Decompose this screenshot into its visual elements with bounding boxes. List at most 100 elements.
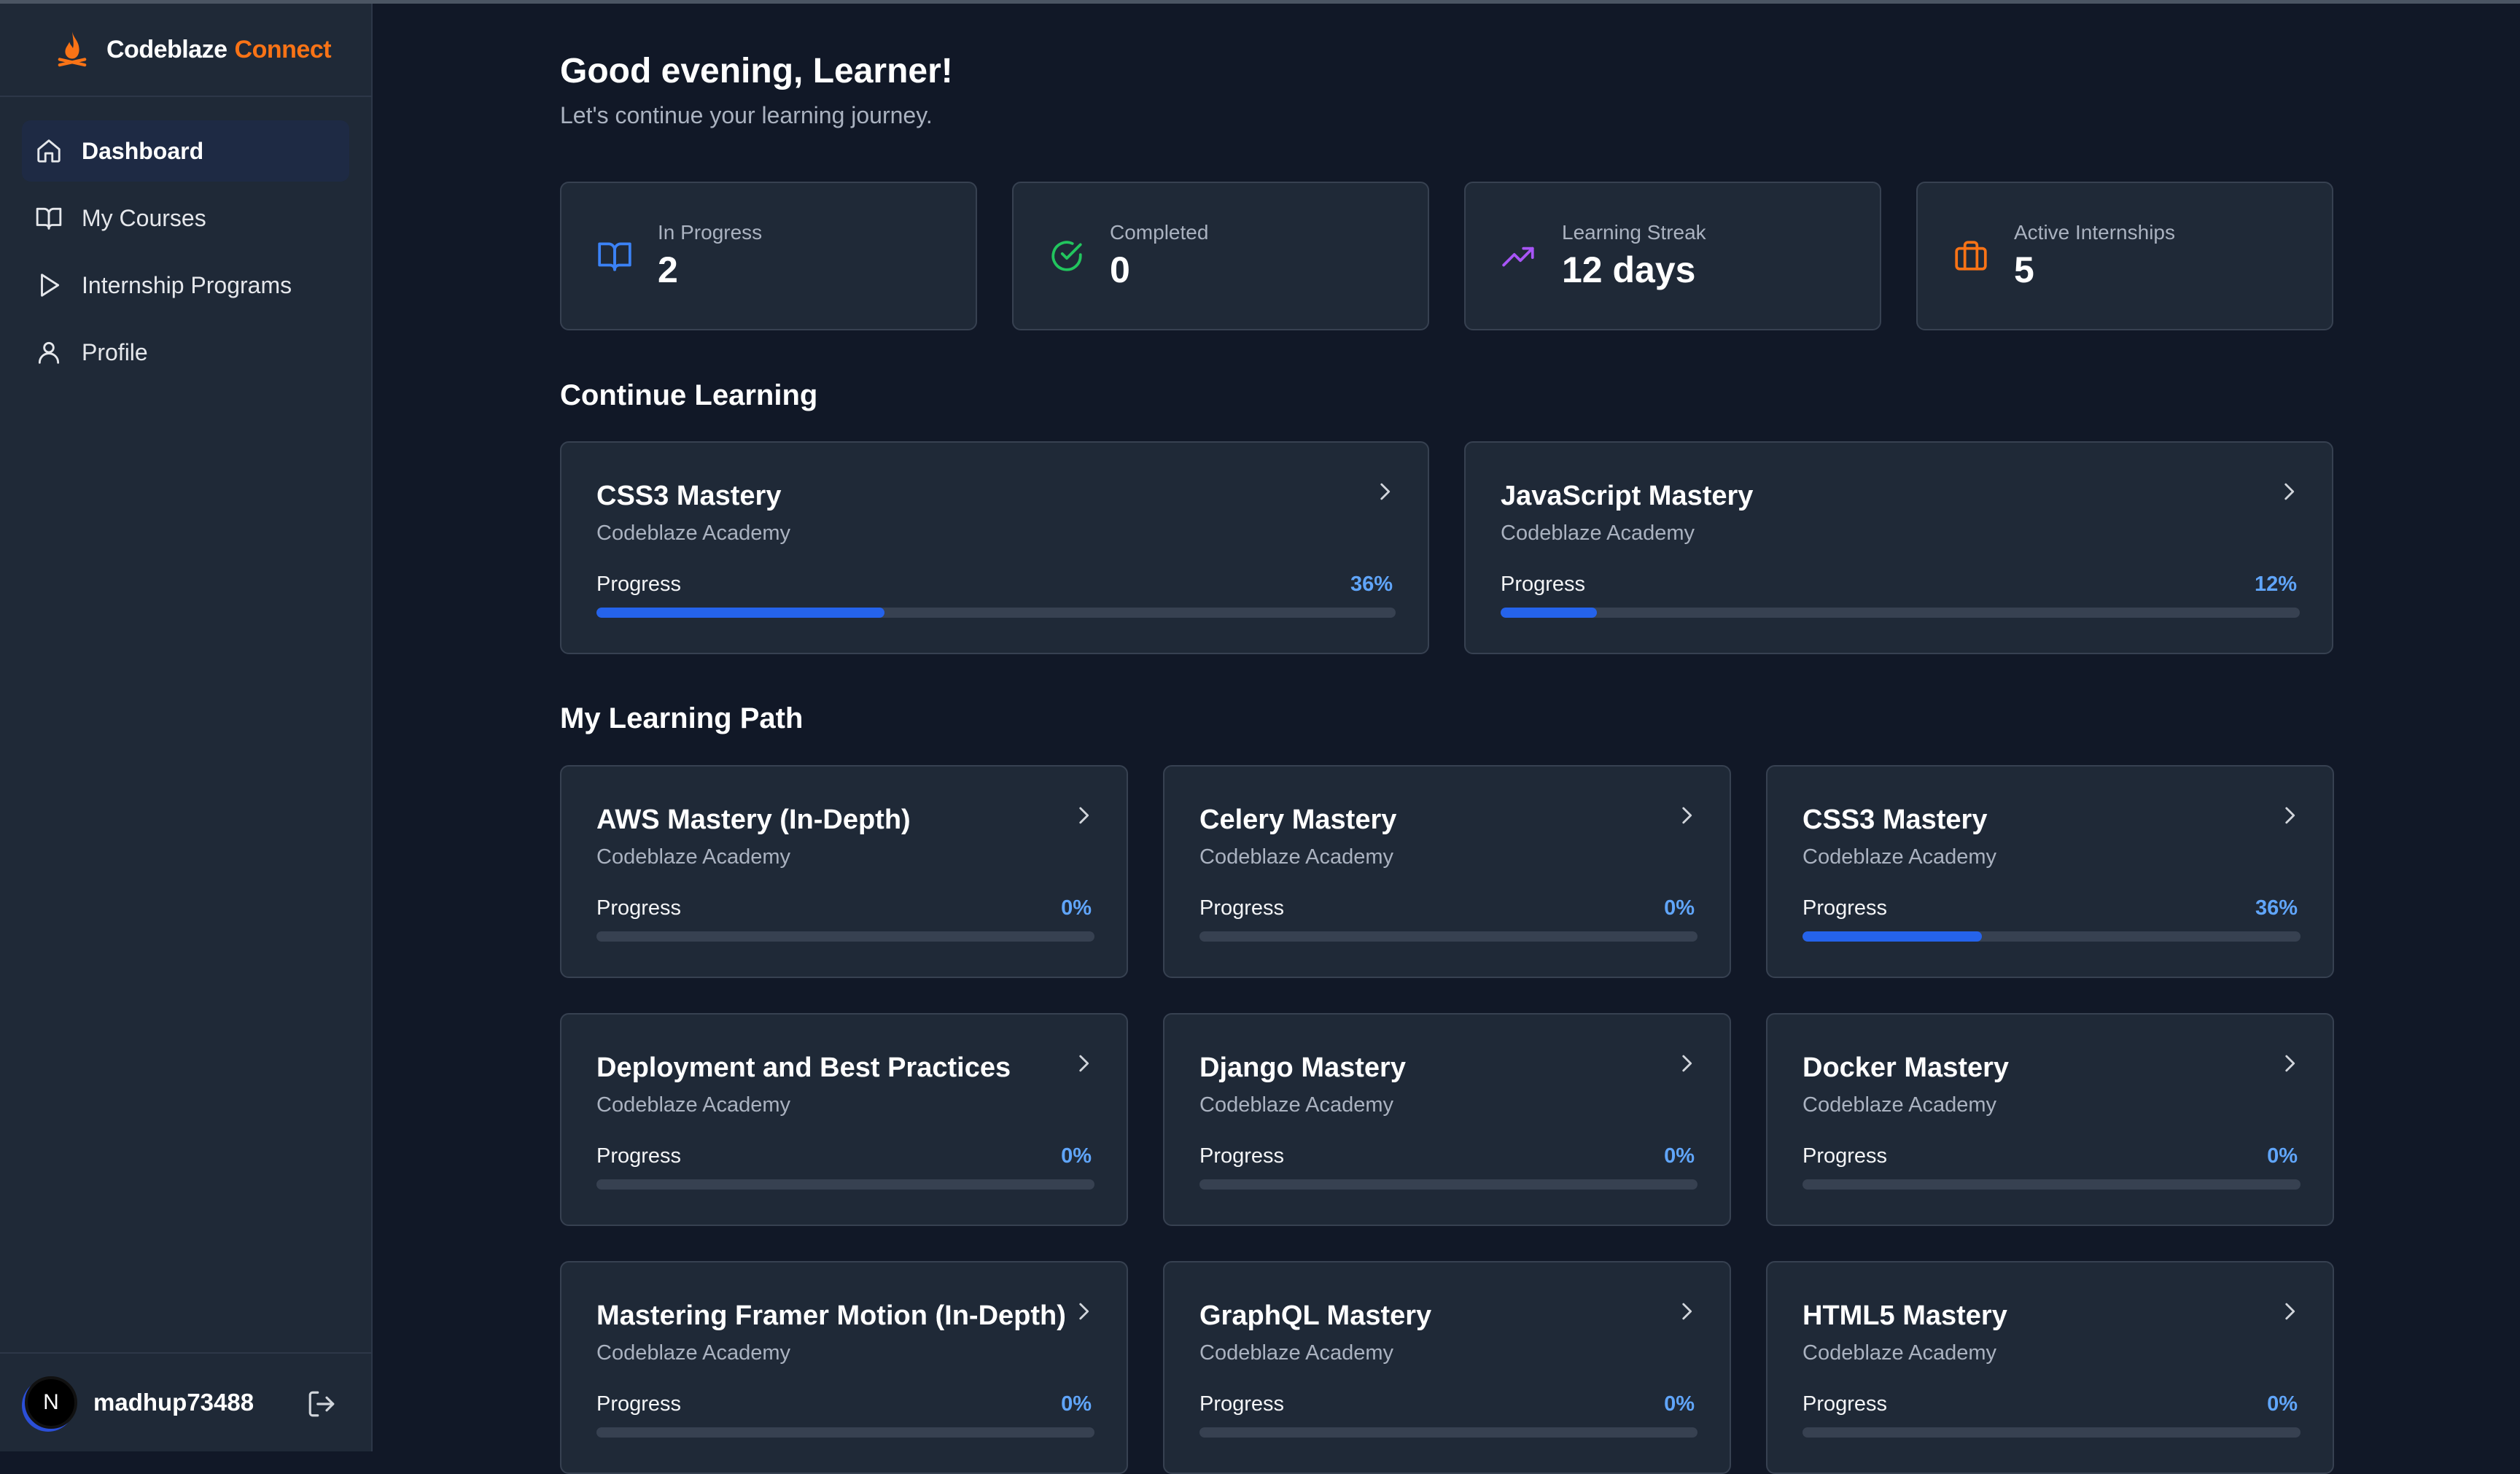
progress-label: Progress — [1501, 573, 1586, 596]
course-title: Deployment and Best Practices — [596, 1052, 1011, 1083]
course-provider: Codeblaze Academy — [1802, 845, 1996, 869]
progress-label: Progress — [596, 1144, 682, 1168]
progress-percent: 36% — [2255, 896, 2298, 920]
course-provider: Codeblaze Academy — [1199, 1093, 1393, 1117]
course-title: CSS3 Mastery — [1802, 804, 1988, 835]
progress-percent: 0% — [1664, 1392, 1695, 1416]
progress-bar-fill — [1501, 608, 1597, 618]
sidebar-item-label: Profile — [82, 338, 148, 365]
chevron-right-icon[interactable] — [1372, 479, 1397, 504]
course-title: GraphQL Mastery — [1199, 1300, 1432, 1331]
stat-label: Learning Streak — [1562, 221, 1706, 244]
progress-label: Progress — [596, 896, 682, 920]
course-card-html5-mastery[interactable]: HTML5 Mastery Codeblaze Academy Progress… — [1766, 1261, 2334, 1474]
sidebar-nav: Dashboard My Courses Internship Programs… — [0, 97, 371, 383]
progress-bar — [1199, 1427, 1698, 1438]
chevron-right-icon[interactable] — [1071, 1299, 1096, 1324]
progress-bar — [596, 931, 1094, 942]
chevron-right-icon[interactable] — [1071, 803, 1096, 828]
play-icon — [41, 274, 60, 297]
sidebar-item-profile[interactable]: Profile — [22, 322, 349, 383]
stat-value: 5 — [2014, 249, 2034, 290]
course-provider: Codeblaze Academy — [1802, 1341, 1996, 1365]
course-provider: Codeblaze Academy — [1802, 1093, 1996, 1117]
stats-row: In Progress 2 Completed 0 Learning Strea… — [560, 182, 2333, 330]
stat-card-active-internships: Active Internships 5 — [1916, 182, 2333, 330]
course-card-graphql-mastery[interactable]: GraphQL Mastery Codeblaze Academy Progre… — [1163, 1261, 1731, 1474]
course-title: HTML5 Mastery — [1802, 1300, 2007, 1331]
progress-label: Progress — [1802, 1144, 1888, 1168]
brand-accent: Connect — [234, 35, 332, 63]
chevron-right-icon[interactable] — [1674, 1299, 1699, 1324]
course-card-aws-mastery-in-depth[interactable]: AWS Mastery (In-Depth) Codeblaze Academy… — [560, 765, 1128, 978]
course-card-css3-mastery[interactable]: CSS3 Mastery Codeblaze Academy Progress … — [560, 441, 1429, 654]
progress-bar — [1501, 608, 2300, 618]
sidebar-item-my-courses[interactable]: My Courses — [22, 187, 349, 249]
page-subtitle: Let's continue your learning journey. — [560, 102, 933, 128]
progress-bar — [596, 608, 1396, 618]
progress-bar — [596, 1427, 1094, 1438]
course-provider: Codeblaze Academy — [1199, 845, 1393, 869]
course-card-celery-mastery[interactable]: Celery Mastery Codeblaze Academy Progres… — [1163, 765, 1731, 978]
course-card-deployment-and-best-practices[interactable]: Deployment and Best Practices Codeblaze … — [560, 1013, 1128, 1226]
progress-label: Progress — [1199, 1144, 1285, 1168]
book-open-icon — [36, 207, 62, 230]
home-icon — [37, 139, 61, 163]
course-title: Celery Mastery — [1199, 804, 1397, 835]
briefcase-icon — [1955, 241, 1987, 271]
course-card-javascript-mastery[interactable]: JavaScript Mastery Codeblaze Academy Pro… — [1464, 441, 2333, 654]
avatar[interactable]: N — [25, 1376, 77, 1429]
top-border — [0, 0, 2520, 4]
course-provider: Codeblaze Academy — [1199, 1341, 1393, 1365]
stat-label: In Progress — [658, 221, 763, 244]
sidebar-item-dashboard[interactable]: Dashboard — [22, 120, 349, 182]
sidebar-item-internship-programs[interactable]: Internship Programs — [22, 255, 349, 316]
course-provider: Codeblaze Academy — [1501, 521, 1695, 545]
course-title: Django Mastery — [1199, 1052, 1406, 1083]
sidebar-item-label: My Courses — [82, 204, 206, 231]
brand-name: Codeblaze — [106, 35, 228, 63]
stat-value: 0 — [1110, 249, 1130, 290]
chevron-right-icon[interactable] — [2276, 479, 2301, 504]
chevron-right-icon[interactable] — [1071, 1051, 1096, 1076]
chevron-right-icon[interactable] — [1674, 803, 1699, 828]
logout-icon[interactable] — [306, 1389, 337, 1419]
stat-card-in-progress: In Progress 2 — [560, 182, 977, 330]
course-provider: Codeblaze Academy — [596, 521, 790, 545]
course-title: AWS Mastery (In-Depth) — [596, 804, 911, 835]
chevron-right-icon[interactable] — [1674, 1051, 1699, 1076]
progress-bar — [1802, 1179, 2301, 1190]
progress-label: Progress — [1199, 896, 1285, 920]
stat-card-learning-streak: Learning Streak 12 days — [1464, 182, 1881, 330]
progress-percent: 0% — [2267, 1392, 2298, 1416]
flame-icon — [58, 31, 87, 67]
progress-percent: 0% — [1664, 896, 1695, 920]
course-card-django-mastery[interactable]: Django Mastery Codeblaze Academy Progres… — [1163, 1013, 1731, 1226]
stat-label: Completed — [1110, 221, 1209, 244]
progress-percent: 0% — [1061, 1392, 1092, 1416]
course-card-css3-mastery[interactable]: CSS3 Mastery Codeblaze Academy Progress … — [1766, 765, 2334, 978]
learning-path-heading: My Learning Path — [560, 702, 804, 734]
user-footer: N madhup73488 — [0, 1352, 371, 1451]
progress-bar — [1802, 1427, 2301, 1438]
stat-card-completed: Completed 0 — [1012, 182, 1429, 330]
chevron-right-icon[interactable] — [2277, 803, 2302, 828]
course-title: JavaScript Mastery — [1501, 481, 1754, 511]
progress-percent: 12% — [2254, 573, 2297, 596]
sidebar-item-label: Dashboard — [82, 137, 204, 164]
course-card-docker-mastery[interactable]: Docker Mastery Codeblaze Academy Progres… — [1766, 1013, 2334, 1226]
brand-logo[interactable]: Codeblaze Connect — [0, 4, 371, 97]
stat-value: 12 days — [1562, 249, 1696, 290]
progress-bar — [1199, 1179, 1698, 1190]
stat-value: 2 — [658, 249, 678, 290]
chevron-right-icon[interactable] — [2277, 1051, 2302, 1076]
chevron-right-icon[interactable] — [2277, 1299, 2302, 1324]
progress-percent: 36% — [1350, 573, 1393, 596]
book-open-icon — [598, 242, 631, 271]
progress-bar-fill — [596, 608, 884, 618]
username: madhup73488 — [93, 1389, 254, 1416]
progress-label: Progress — [1802, 1392, 1888, 1416]
course-provider: Codeblaze Academy — [596, 845, 790, 869]
course-card-mastering-framer-motion-in-depth[interactable]: Mastering Framer Motion (In-Depth) Codeb… — [560, 1261, 1128, 1474]
stat-label: Active Internships — [2014, 221, 2175, 244]
